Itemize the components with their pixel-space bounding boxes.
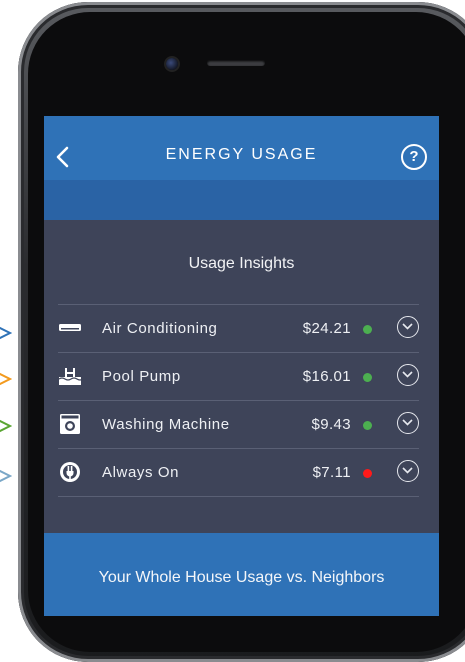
list-item-pool-pump[interactable]: Pool Pump $16.01 — [58, 353, 419, 401]
status-dot-green — [363, 421, 372, 430]
arrow-green-icon — [0, 418, 12, 434]
status-dot-green — [363, 325, 372, 334]
list-item-washing-machine[interactable]: Washing Machine $9.43 — [58, 401, 419, 449]
item-label: Pool Pump — [102, 368, 181, 385]
chevron-down-icon — [402, 371, 413, 378]
expand-button[interactable] — [397, 460, 419, 482]
status-dot-red — [363, 469, 372, 478]
expand-button[interactable] — [397, 412, 419, 434]
expand-button[interactable] — [397, 364, 419, 386]
item-amount: $16.01 — [302, 368, 351, 385]
item-amount: $9.43 — [311, 416, 351, 433]
item-label: Always On — [102, 464, 180, 481]
front-camera — [166, 58, 178, 70]
chevron-down-icon — [402, 467, 413, 474]
usage-insights-card: Usage Insights Air Conditioning $24.21 P… — [44, 220, 439, 533]
item-amount: $24.21 — [302, 320, 351, 337]
earpiece-speaker — [207, 60, 265, 66]
nav-bar: ENERGY USAGE ? — [44, 116, 439, 180]
neighbors-comparison-section[interactable]: Your Whole House Usage vs. Neighbors — [44, 533, 439, 616]
chevron-down-icon — [402, 323, 413, 330]
chevron-down-icon — [402, 419, 413, 426]
usage-insights-title: Usage Insights — [188, 255, 295, 272]
expand-button[interactable] — [397, 316, 419, 338]
list-item-always-on[interactable]: Always On $7.11 — [58, 449, 419, 497]
list-item-air-conditioning[interactable]: Air Conditioning $24.21 — [58, 305, 419, 353]
neighbors-comparison-title: Your Whole House Usage vs. Neighbors — [98, 569, 385, 586]
air-conditioner-icon — [58, 317, 84, 339]
page-title: ENERGY USAGE — [165, 146, 318, 163]
item-label: Air Conditioning — [102, 320, 218, 337]
arrow-blue-icon — [0, 325, 12, 341]
app-screen: ENERGY USAGE ? Usage Insights Air Condit… — [44, 116, 439, 616]
arrow-orange-icon — [0, 371, 12, 387]
item-label: Washing Machine — [102, 416, 230, 433]
arrow-lightblue-icon — [0, 468, 12, 484]
sub-header-bar — [44, 180, 439, 220]
washing-machine-icon — [58, 413, 84, 435]
item-amount: $7.11 — [312, 464, 351, 481]
pool-pump-icon — [58, 365, 84, 387]
power-plug-icon — [58, 461, 84, 483]
help-button[interactable]: ? — [401, 144, 427, 170]
usage-insights-list: Air Conditioning $24.21 Pool Pump $16.01… — [58, 304, 419, 497]
status-dot-green — [363, 373, 372, 382]
